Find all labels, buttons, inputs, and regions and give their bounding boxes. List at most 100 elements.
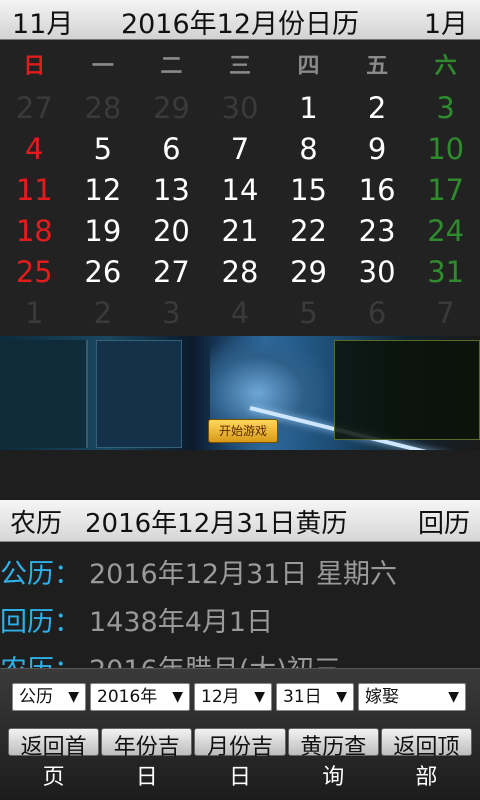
ad-stats-panel xyxy=(96,340,182,448)
button-label-line1: 返回首 xyxy=(20,735,87,760)
lunar-label: 农历： xyxy=(0,655,81,668)
gregorian-value: 2016年12月31日 星期六 xyxy=(89,559,398,590)
day-cell[interactable]: 30 xyxy=(206,88,275,129)
calendar-grid: 日 一 二 三 四 五 六 27 28 29 30 1 2 3 4 5 6 7 … xyxy=(0,40,480,336)
year-select[interactable]: 2016年 ▼ xyxy=(90,683,190,711)
day-cell[interactable]: 26 xyxy=(69,252,138,293)
month-auspicious-button[interactable]: 月份吉 日 xyxy=(194,728,286,790)
day-cell[interactable]: 29 xyxy=(137,88,206,129)
week-row: 27 28 29 30 1 2 3 xyxy=(0,88,480,129)
button-label-line1: 年份吉 xyxy=(113,735,180,760)
next-month-link[interactable]: 1月 xyxy=(424,2,468,41)
button-label-line2: 询 xyxy=(322,765,345,790)
day-value: 31日 xyxy=(283,687,322,707)
hijri-row: 回历： 1438年4月1日 xyxy=(0,600,273,640)
almanac-query-button[interactable]: 黄历查 询 xyxy=(287,728,379,790)
day-cell[interactable]: 11 xyxy=(0,170,69,211)
day-cell[interactable]: 9 xyxy=(343,129,412,170)
day-cell[interactable]: 1 xyxy=(0,293,69,334)
day-cell[interactable]: 28 xyxy=(206,252,275,293)
start-game-button[interactable]: 开始游戏 xyxy=(208,419,278,443)
day-cell[interactable]: 1 xyxy=(274,88,343,129)
weekday-wed: 三 xyxy=(228,54,251,79)
button-label-line2: 日 xyxy=(135,765,158,790)
day-cell[interactable]: 3 xyxy=(411,88,480,129)
day-cell[interactable]: 6 xyxy=(343,293,412,334)
dropdown-arrow-icon: ▼ xyxy=(68,689,79,705)
day-cell[interactable]: 17 xyxy=(411,170,480,211)
weekday-sun: 日 xyxy=(23,54,46,79)
day-cell[interactable]: 12 xyxy=(69,170,138,211)
year-auspicious-button[interactable]: 年份吉 日 xyxy=(101,728,193,790)
weekday-sat: 六 xyxy=(434,54,457,79)
hijri-label: 回历： xyxy=(0,607,81,638)
day-cell[interactable]: 8 xyxy=(274,129,343,170)
lunar-tab[interactable]: 农历 xyxy=(10,503,62,540)
day-cell[interactable]: 5 xyxy=(69,129,138,170)
back-top-button[interactable]: 返回顶 部 xyxy=(380,728,473,790)
nav-buttons: 返回首 页 年份吉 日 月份吉 日 黄历查 询 返回顶 部 xyxy=(8,728,473,790)
day-cell[interactable]: 6 xyxy=(137,129,206,170)
day-cell[interactable]: 24 xyxy=(411,211,480,252)
calendar-type-value: 公历 xyxy=(19,687,53,707)
lunar-row: 农历： 2016年腊月(大)初三 xyxy=(0,648,341,668)
day-select[interactable]: 31日 ▼ xyxy=(276,683,354,711)
day-cell[interactable]: 31 xyxy=(411,252,480,293)
dropdown-arrow-icon: ▼ xyxy=(336,689,347,705)
gregorian-row: 公历： 2016年12月31日 星期六 xyxy=(0,552,397,592)
day-cell[interactable]: 19 xyxy=(69,211,138,252)
day-cell[interactable]: 29 xyxy=(274,252,343,293)
day-cell[interactable]: 16 xyxy=(343,170,412,211)
month-value: 12月 xyxy=(201,687,240,707)
day-cell[interactable]: 5 xyxy=(274,293,343,334)
back-home-button[interactable]: 返回首 页 xyxy=(8,728,100,790)
day-cell[interactable]: 14 xyxy=(206,170,275,211)
hijri-tab[interactable]: 回历 xyxy=(418,503,470,540)
day-cell[interactable]: 25 xyxy=(0,252,69,293)
day-cell[interactable]: 28 xyxy=(69,88,138,129)
dropdown-arrow-icon: ▼ xyxy=(448,689,459,705)
almanac-title: 2016年12月31日黄历 xyxy=(85,509,348,539)
week-row: 18 19 20 21 22 23 24 xyxy=(0,211,480,252)
weekday-mon: 一 xyxy=(91,54,114,79)
month-select[interactable]: 12月 ▼ xyxy=(194,683,272,711)
hijri-value: 1438年4月1日 xyxy=(89,607,274,638)
day-cell[interactable]: 22 xyxy=(274,211,343,252)
day-cell[interactable]: 10 xyxy=(411,129,480,170)
day-cell[interactable]: 27 xyxy=(137,252,206,293)
day-cell[interactable]: 4 xyxy=(0,129,69,170)
year-value: 2016年 xyxy=(97,687,158,707)
query-controls: 公历 ▼ 2016年 ▼ 12月 ▼ 31日 ▼ 嫁娶 ▼ 返回首 页 年份吉 日 月份吉… xyxy=(0,668,480,800)
lunar-value: 2016年腊月(大)初三 xyxy=(89,655,341,668)
button-label-line1: 返回顶 xyxy=(393,735,460,760)
dropdown-arrow-icon: ▼ xyxy=(254,689,265,705)
week-row: 25 26 27 28 29 30 31 xyxy=(0,252,480,293)
button-label-line2: 部 xyxy=(415,765,438,790)
date-info: 公历： 2016年12月31日 星期六 回历： 1438年4月1日 农历： 2016年… xyxy=(0,546,480,668)
button-label-line1: 月份吉 xyxy=(207,735,274,760)
day-cell[interactable]: 20 xyxy=(137,211,206,252)
day-cell[interactable]: 7 xyxy=(411,293,480,334)
week-row: 4 5 6 7 8 9 10 xyxy=(0,129,480,170)
button-label-line2: 页 xyxy=(42,765,65,790)
day-cell[interactable]: 3 xyxy=(137,293,206,334)
day-cell[interactable]: 2 xyxy=(343,88,412,129)
day-cell[interactable]: 7 xyxy=(206,129,275,170)
day-cell[interactable]: 13 xyxy=(137,170,206,211)
day-cell[interactable]: 2 xyxy=(69,293,138,334)
day-cell[interactable]: 15 xyxy=(274,170,343,211)
day-cell[interactable]: 21 xyxy=(206,211,275,252)
weekday-row: 日 一 二 三 四 五 六 xyxy=(0,48,480,88)
day-cell[interactable]: 27 xyxy=(0,88,69,129)
button-label-line2: 日 xyxy=(229,765,252,790)
week-row: 11 12 13 14 15 16 17 xyxy=(0,170,480,211)
day-cell[interactable]: 23 xyxy=(343,211,412,252)
day-cell[interactable]: 18 xyxy=(0,211,69,252)
game-ad-banner[interactable]: 开始游戏 xyxy=(0,336,480,450)
activity-select[interactable]: 嫁娶 ▼ xyxy=(358,683,466,711)
button-label-line1: 黄历查 xyxy=(300,735,367,760)
day-cell[interactable]: 4 xyxy=(206,293,275,334)
gregorian-label: 公历： xyxy=(0,559,81,590)
day-cell[interactable]: 30 xyxy=(343,252,412,293)
calendar-type-select[interactable]: 公历 ▼ xyxy=(12,683,86,711)
